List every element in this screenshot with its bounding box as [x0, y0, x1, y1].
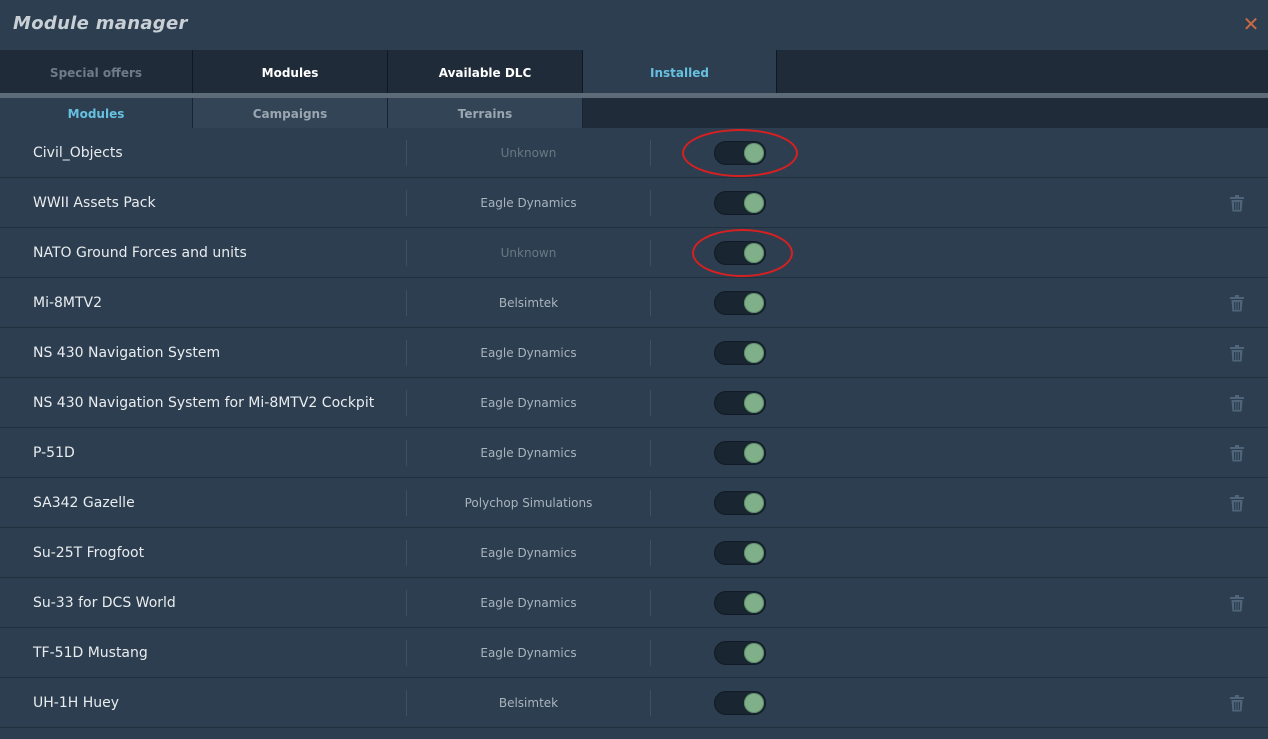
- column-divider: [650, 390, 651, 416]
- module-row: NS 430 Navigation System Eagle Dynamics: [0, 328, 1268, 378]
- column-divider: [650, 240, 651, 266]
- tab-special-offers[interactable]: Special offers: [0, 50, 193, 93]
- trash-icon[interactable]: [1229, 595, 1245, 612]
- module-name: NS 430 Navigation System for Mi-8MTV2 Co…: [33, 395, 375, 411]
- trash-icon[interactable]: [1229, 445, 1245, 462]
- module-enable-toggle[interactable]: [714, 491, 766, 515]
- module-row: WWII Assets Pack Eagle Dynamics: [0, 178, 1268, 228]
- module-enable-toggle[interactable]: [714, 241, 766, 265]
- module-name: NS 430 Navigation System: [33, 345, 221, 361]
- module-developer: Belsimtek: [498, 696, 559, 710]
- title-bar: Module manager ✕: [0, 0, 1268, 50]
- module-name: Su-25T Frogfoot: [33, 545, 145, 561]
- module-row: Mi-8MTV2 Belsimtek: [0, 278, 1268, 328]
- module-row: SA342 Gazelle Polychop Simulations: [0, 478, 1268, 528]
- trash-icon[interactable]: [1229, 495, 1245, 512]
- module-row: P-51D Eagle Dynamics: [0, 428, 1268, 478]
- column-divider: [650, 590, 651, 616]
- module-developer: Eagle Dynamics: [480, 396, 577, 410]
- subtab-campaigns[interactable]: Campaigns: [193, 98, 388, 128]
- column-divider: [650, 640, 651, 666]
- module-developer: Eagle Dynamics: [480, 346, 577, 360]
- module-name: Mi-8MTV2: [33, 295, 103, 311]
- module-name: Civil_Objects: [33, 145, 123, 161]
- trash-icon[interactable]: [1229, 195, 1245, 212]
- column-divider: [650, 290, 651, 316]
- close-icon[interactable]: ✕: [1240, 13, 1262, 35]
- module-enable-toggle[interactable]: [714, 141, 766, 165]
- module-manager-window: Module manager ✕ Special offers Modules …: [0, 0, 1268, 739]
- toggle-knob: [744, 643, 764, 663]
- module-developer: Unknown: [500, 146, 557, 160]
- toggle-knob: [744, 593, 764, 613]
- module-enable-toggle[interactable]: [714, 441, 766, 465]
- module-developer: Eagle Dynamics: [480, 446, 577, 460]
- module-developer: Eagle Dynamics: [480, 546, 577, 560]
- module-enable-toggle[interactable]: [714, 391, 766, 415]
- toggle-knob: [744, 543, 764, 563]
- main-tab-bar: Special offers Modules Available DLC Ins…: [0, 50, 1268, 98]
- module-name: SA342 Gazelle: [33, 495, 135, 511]
- module-row: NS 430 Navigation System for Mi-8MTV2 Co…: [0, 378, 1268, 428]
- module-name: TF-51D Mustang: [33, 645, 148, 661]
- module-row: Su-25T Frogfoot Eagle Dynamics: [0, 528, 1268, 578]
- module-row: Su-33 for DCS World Eagle Dynamics: [0, 578, 1268, 628]
- trash-icon[interactable]: [1229, 395, 1245, 412]
- subtab-modules[interactable]: Modules: [0, 98, 193, 128]
- window-title: Module manager: [13, 13, 188, 34]
- module-enable-toggle[interactable]: [714, 591, 766, 615]
- module-developer: Unknown: [500, 246, 557, 260]
- module-enable-toggle[interactable]: [714, 191, 766, 215]
- tab-modules[interactable]: Modules: [193, 50, 388, 93]
- module-row: NATO Ground Forces and units Unknown: [0, 228, 1268, 278]
- module-name: Su-33 for DCS World: [33, 595, 176, 611]
- module-name: WWII Assets Pack: [33, 195, 156, 211]
- column-divider: [650, 440, 651, 466]
- toggle-knob: [744, 143, 764, 163]
- module-row: Civil_Objects Unknown: [0, 128, 1268, 178]
- module-name: NATO Ground Forces and units: [33, 245, 247, 261]
- toggle-knob: [744, 693, 764, 713]
- column-divider: [650, 340, 651, 366]
- module-list: Civil_Objects Unknown WWII Assets Pack Eagl…: [0, 128, 1268, 728]
- tab-available-dlc[interactable]: Available DLC: [388, 50, 583, 93]
- toggle-knob: [744, 443, 764, 463]
- module-developer: Eagle Dynamics: [480, 646, 577, 660]
- module-name: P-51D: [33, 445, 75, 461]
- sub-tab-bar: Modules Campaigns Terrains: [0, 98, 1268, 128]
- module-developer: Eagle Dynamics: [480, 596, 577, 610]
- module-enable-toggle[interactable]: [714, 691, 766, 715]
- toggle-knob: [744, 293, 764, 313]
- tab-installed-label: Installed: [650, 66, 709, 80]
- toggle-knob: [744, 193, 764, 213]
- module-enable-toggle[interactable]: [714, 541, 766, 565]
- module-name: UH-1H Huey: [33, 695, 120, 711]
- module-row: TF-51D Mustang Eagle Dynamics: [0, 628, 1268, 678]
- module-enable-toggle[interactable]: [714, 341, 766, 365]
- module-enable-toggle[interactable]: [714, 641, 766, 665]
- trash-icon[interactable]: [1229, 295, 1245, 312]
- column-divider: [650, 540, 651, 566]
- toggle-knob: [744, 393, 764, 413]
- module-enable-toggle[interactable]: [714, 291, 766, 315]
- column-divider: [650, 690, 651, 716]
- column-divider: [650, 490, 651, 516]
- toggle-knob: [744, 343, 764, 363]
- tab-installed[interactable]: Installed: [583, 50, 777, 98]
- column-divider: [650, 140, 651, 166]
- subtab-terrains[interactable]: Terrains: [388, 98, 583, 128]
- column-divider: [650, 190, 651, 216]
- toggle-knob: [744, 243, 764, 263]
- trash-icon[interactable]: [1229, 345, 1245, 362]
- trash-icon[interactable]: [1229, 695, 1245, 712]
- toggle-knob: [744, 493, 764, 513]
- module-row: UH-1H Huey Belsimtek: [0, 678, 1268, 728]
- module-developer: Polychop Simulations: [464, 496, 593, 510]
- module-developer: Belsimtek: [498, 296, 559, 310]
- module-developer: Eagle Dynamics: [480, 196, 577, 210]
